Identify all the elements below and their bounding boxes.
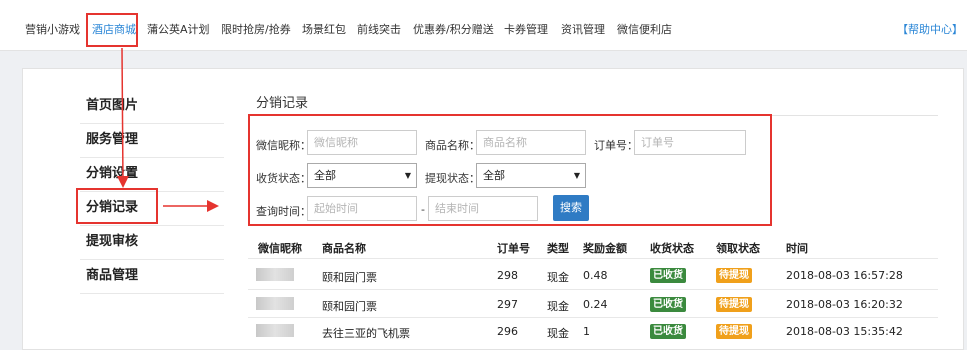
arrow-down-to-records bbox=[116, 47, 129, 188]
annotation-arrows bbox=[116, 47, 219, 212]
